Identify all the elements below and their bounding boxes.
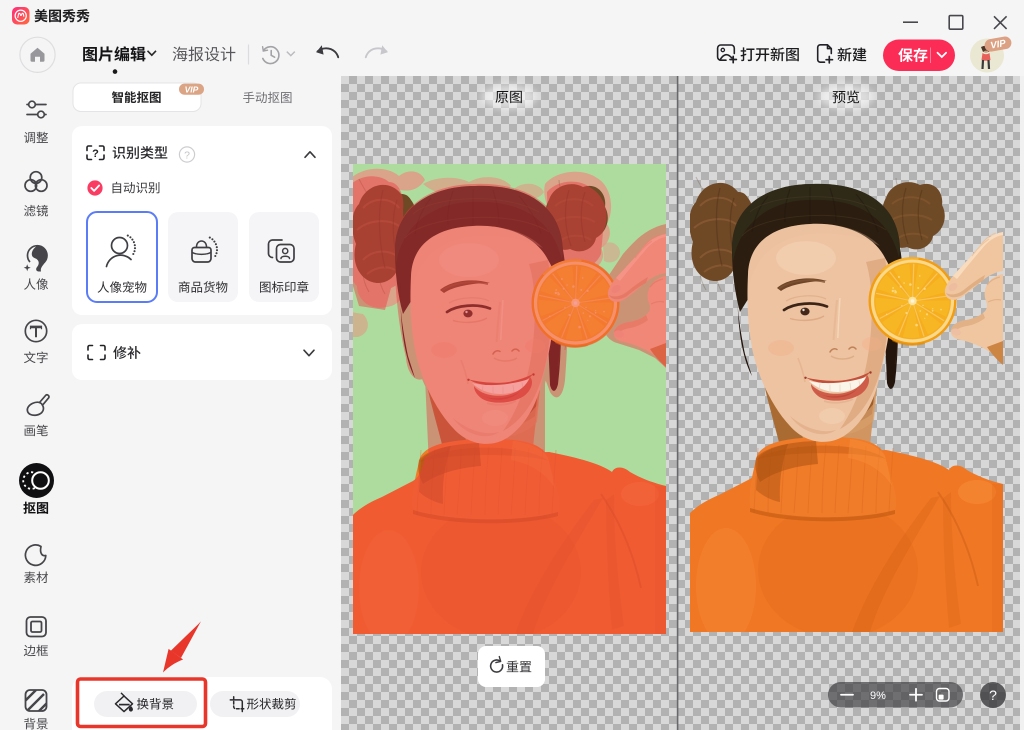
svg-text:?: ? bbox=[184, 150, 190, 162]
svg-text:VIP: VIP bbox=[185, 84, 199, 94]
svg-text:9%: 9% bbox=[870, 690, 886, 702]
svg-text:?: ? bbox=[92, 148, 99, 160]
svg-text:?: ? bbox=[989, 687, 997, 703]
